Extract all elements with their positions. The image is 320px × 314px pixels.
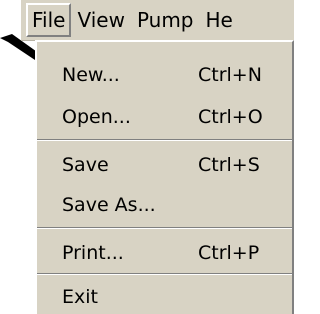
menu-item-print[interactable]: Print... Ctrl+P xyxy=(37,236,292,270)
menu-separator xyxy=(37,227,292,229)
menu-separator xyxy=(37,273,292,275)
menu-item-label: Print... xyxy=(62,242,124,264)
menu-view[interactable]: View xyxy=(71,3,130,37)
menu-pump[interactable]: Pump xyxy=(131,3,200,37)
menu-item-new[interactable]: New... Ctrl+N xyxy=(37,58,292,92)
menu-item-shortcut: Ctrl+P xyxy=(198,242,260,264)
menu-file[interactable]: File xyxy=(26,3,72,37)
menu-item-exit[interactable]: Exit xyxy=(37,280,292,314)
menu-item-shortcut: Ctrl+O xyxy=(198,106,263,128)
menu-item-label: Save xyxy=(62,154,109,176)
menu-item-label: Save As... xyxy=(62,194,156,216)
menu-item-label: Exit xyxy=(62,286,98,308)
menu-item-save[interactable]: Save Ctrl+S xyxy=(37,148,292,182)
menu-item-shortcut: Ctrl+N xyxy=(198,64,262,86)
menu-bar: File View Pump He xyxy=(21,0,294,41)
file-menu-dropdown: New... Ctrl+N Open... Ctrl+O Save Ctrl+S… xyxy=(35,40,294,314)
menu-help[interactable]: He xyxy=(200,3,239,37)
menu-separator xyxy=(37,139,292,141)
menu-item-shortcut: Ctrl+S xyxy=(198,154,260,176)
menu-item-label: Open... xyxy=(62,106,131,128)
menu-item-save-as[interactable]: Save As... xyxy=(37,188,292,222)
menu-item-open[interactable]: Open... Ctrl+O xyxy=(37,100,292,134)
menu-item-label: New... xyxy=(62,64,120,86)
